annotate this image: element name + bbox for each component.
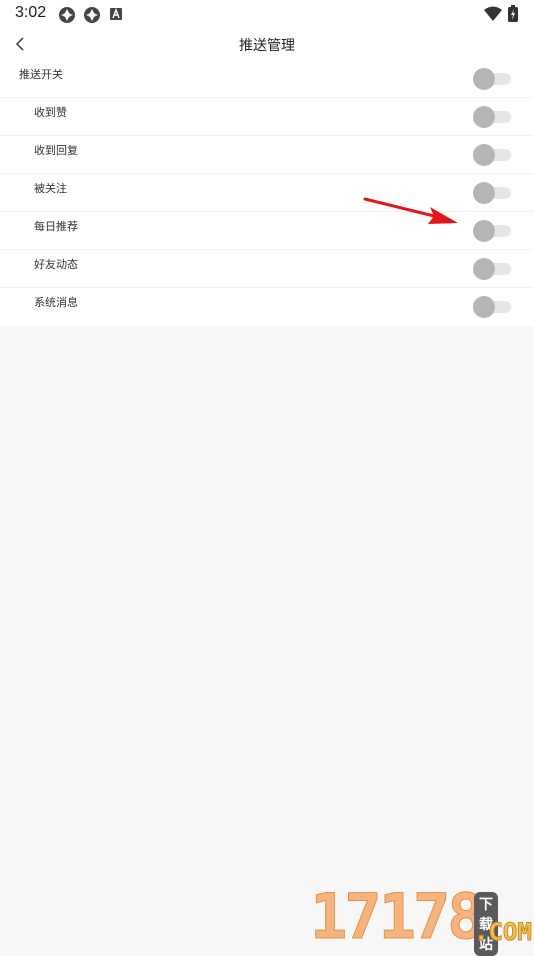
- setting-row-system-message: 系统消息: [0, 288, 534, 326]
- push-master-toggle[interactable]: [473, 68, 511, 90]
- status-time: 3:02: [15, 4, 47, 21]
- watermark-digits: 17178: [310, 880, 486, 953]
- setting-label: 系统消息: [34, 297, 78, 309]
- daily-recommend-toggle[interactable]: [473, 220, 511, 242]
- red-arrow-icon: [363, 197, 458, 224]
- nav-bar: 推送管理: [0, 28, 534, 60]
- friend-activity-toggle[interactable]: [473, 258, 511, 280]
- system-message-toggle[interactable]: [473, 296, 511, 318]
- setting-row-friend-activity: 好友动态: [0, 250, 534, 288]
- setting-label: 每日推荐: [34, 221, 78, 233]
- setting-label: 收到回复: [34, 145, 78, 157]
- setting-row-push-master: 推送开关: [0, 60, 534, 98]
- a-letter-icon: [110, 8, 122, 20]
- push-settings-list: 推送开关 收到赞 收到回复 被关注 每日推荐 好友动态 系统消息: [0, 60, 534, 326]
- setting-row-replies: 收到回复: [0, 136, 534, 174]
- wifi-icon: [484, 6, 502, 21]
- likes-toggle[interactable]: [473, 106, 511, 128]
- setting-label: 收到赞: [34, 107, 67, 119]
- setting-row-likes: 收到赞: [0, 98, 534, 136]
- replies-toggle[interactable]: [473, 144, 511, 166]
- app-notification-icon: [59, 7, 75, 23]
- followed-toggle[interactable]: [473, 182, 511, 204]
- watermark-domain: .COM: [474, 918, 533, 947]
- setting-label: 好友动态: [34, 259, 78, 271]
- battery-charging-icon: [508, 5, 518, 22]
- setting-label: 被关注: [34, 183, 67, 195]
- setting-label: 推送开关: [19, 69, 63, 81]
- status-bar: 3:02: [0, 0, 534, 28]
- app-notification-icon: [84, 7, 100, 23]
- page-title: 推送管理: [239, 37, 295, 53]
